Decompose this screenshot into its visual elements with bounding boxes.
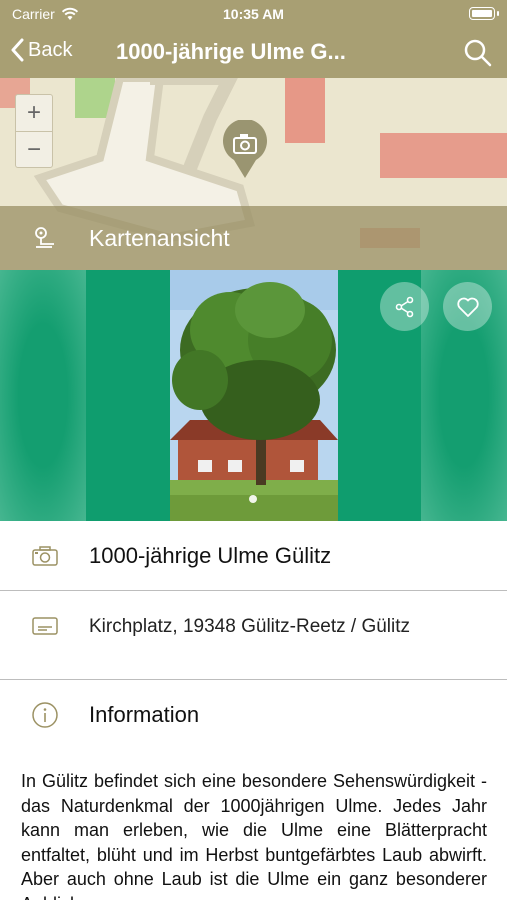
map-preview[interactable]: + − Kartenansicht xyxy=(0,78,507,270)
battery-icon xyxy=(469,7,499,20)
poi-address: Kirchplatz, 19348 Gülitz-Reetz / Gülitz xyxy=(89,616,411,637)
poi-name: 1000-jährige Ulme Gülitz xyxy=(89,542,332,568)
favorite-button[interactable] xyxy=(443,282,492,331)
address-card-icon xyxy=(30,611,60,641)
address-row: Kirchplatz, 19348 Gülitz-Reetz / Gülitz xyxy=(0,591,507,680)
gallery-placeholder-left xyxy=(0,270,86,521)
map-view-link[interactable]: Kartenansicht xyxy=(0,206,507,270)
zoom-out-button[interactable]: − xyxy=(16,131,52,167)
description-text: In Gülitz befindet sich eine besondere S… xyxy=(21,771,487,900)
map-view-label: Kartenansicht xyxy=(89,224,230,251)
information-row: Information xyxy=(0,680,507,750)
info-icon xyxy=(30,700,60,730)
back-button[interactable]: Back xyxy=(10,38,72,62)
status-bar: Carrier 10:35 AM xyxy=(0,0,507,28)
back-label: Back xyxy=(28,38,73,61)
camera-marker-icon[interactable] xyxy=(220,120,270,180)
search-icon[interactable] xyxy=(463,38,493,68)
zoom-in-button[interactable]: + xyxy=(16,95,52,131)
share-icon xyxy=(395,296,413,317)
camera-icon xyxy=(30,541,60,571)
clock: 10:35 AM xyxy=(223,6,284,22)
photo-gallery[interactable] xyxy=(0,270,507,521)
page-title: 1000-jährige Ulme G... xyxy=(116,39,346,64)
share-button[interactable] xyxy=(380,282,429,331)
chevron-left-icon xyxy=(11,38,24,62)
poi-name-row: 1000-jährige Ulme Gülitz xyxy=(0,521,507,591)
page-indicator-dot xyxy=(249,495,257,503)
zoom-control: + − xyxy=(15,94,53,168)
photo-elm-tree[interactable] xyxy=(170,270,338,521)
information-heading: Information xyxy=(89,702,200,727)
navigation-bar: Back 1000-jährige Ulme G... xyxy=(0,28,507,78)
map-pin-icon xyxy=(35,227,54,248)
heart-icon xyxy=(456,297,479,317)
